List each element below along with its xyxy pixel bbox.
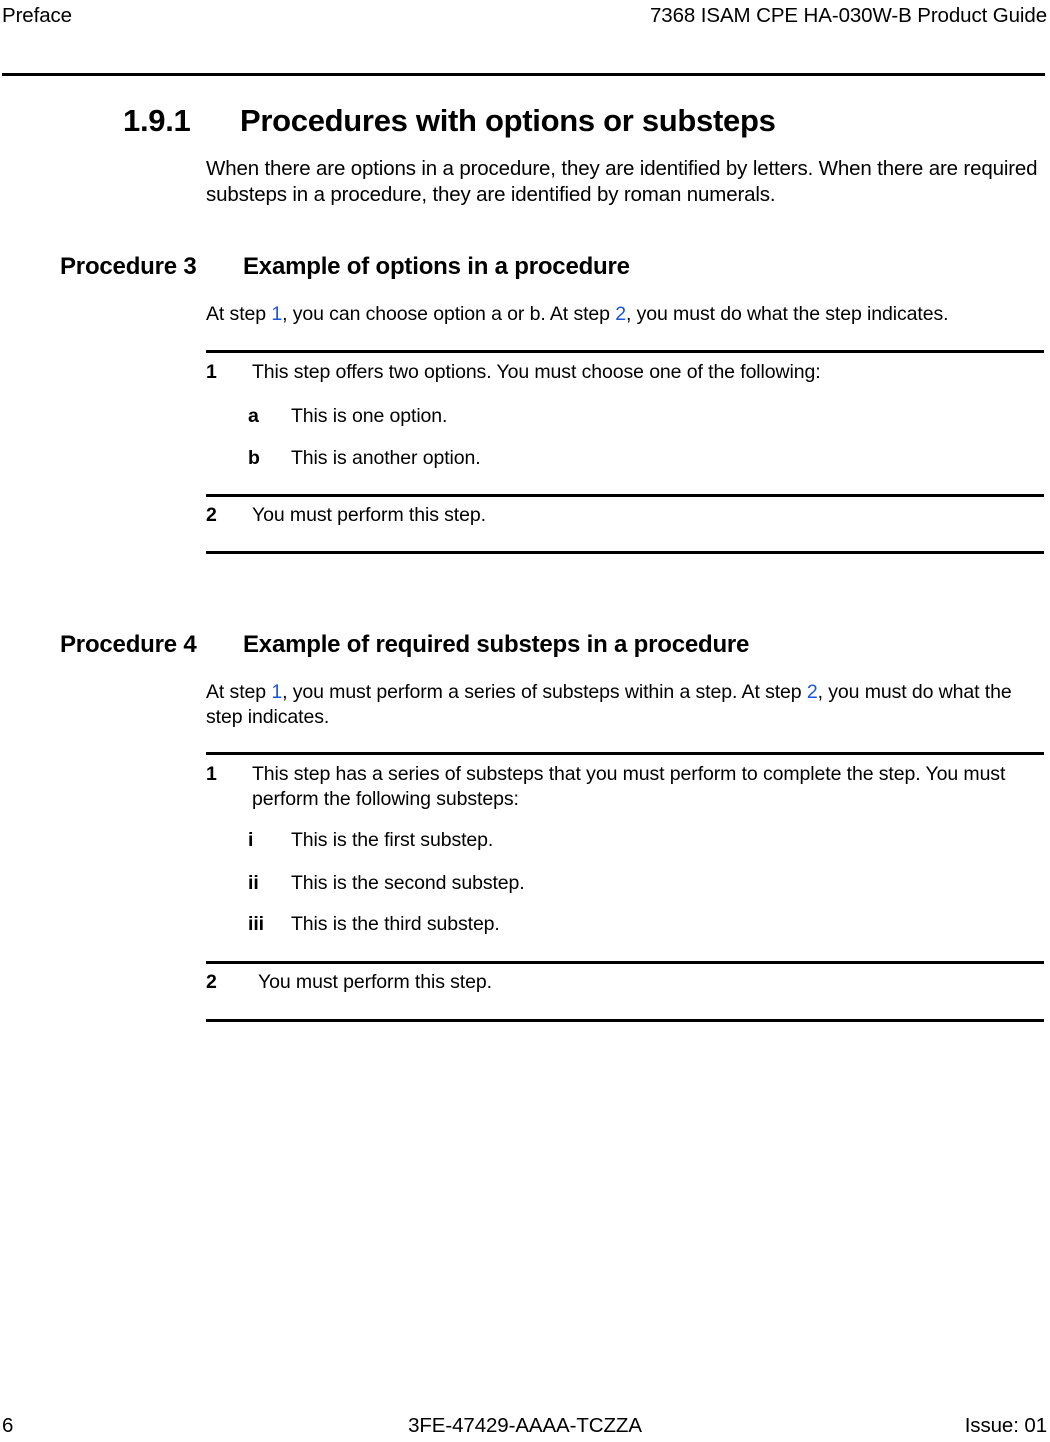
procedure-4-xref-step1[interactable]: 1 [271, 681, 282, 703]
procedure-4-intro: At step 1, you must perform a series of … [206, 680, 1046, 730]
procedure-4-title: Example of required substeps in a proced… [243, 631, 750, 658]
page-header: Preface 7368 ISAM CPE HA-030W-B Product … [0, 0, 1050, 76]
procedure-3-xref-step2[interactable]: 2 [615, 303, 626, 325]
procedure-4-step-1: 1 This step has a series of substeps tha… [206, 762, 1044, 812]
procedure-4-step-2-marker: 2 [206, 971, 217, 993]
procedure-4-bottom-rule [206, 1019, 1044, 1022]
procedure-3-substep-a-text: This is one option. [291, 405, 448, 427]
procedure-4-mid-rule [206, 961, 1044, 964]
section-title: Procedures with options or substeps [240, 103, 776, 138]
procedure-4-intro-text-2: , you must perform a series of substeps … [282, 681, 807, 703]
procedure-3-substep-b: b This is another option. [248, 446, 1038, 471]
procedure-3-step-1-marker: 1 [206, 361, 217, 383]
procedure-3-substep-a: a This is one option. [248, 404, 1038, 429]
procedure-4-heading: Procedure 4 Example of required substeps … [60, 631, 749, 659]
section-intro-paragraph: When there are options in a procedure, t… [206, 157, 1038, 206]
procedure-4-substep-iii-marker: iii [248, 913, 264, 935]
procedure-4-substep-i: i This is the first substep. [248, 828, 1038, 853]
procedure-3-top-rule [206, 350, 1044, 353]
header-document-title: 7368 ISAM CPE HA-030W-B Product Guide [650, 4, 1047, 27]
procedure-4-substep-ii-text: This is the second substep. [291, 872, 525, 894]
header-divider-rule [2, 73, 1045, 76]
procedure-3-bottom-rule [206, 551, 1044, 554]
procedure-4-substep-iii: iii This is the third substep. [248, 912, 1038, 937]
header-chapter-label: Preface [2, 4, 72, 27]
procedure-4-xref-step2[interactable]: 2 [807, 681, 818, 703]
procedure-3-title: Example of options in a procedure [243, 253, 630, 280]
footer-issue: Issue: 01 [964, 1414, 1047, 1437]
procedure-4-substep-ii-marker: ii [248, 872, 259, 894]
procedure-3-step-2-marker: 2 [206, 504, 217, 526]
procedure-4-step-1-text: This step has a series of substeps that … [252, 763, 1006, 810]
procedure-3-mid-rule [206, 494, 1044, 497]
procedure-3-heading: Procedure 3 Example of options in a proce… [60, 253, 630, 281]
procedure-3-intro-text-2: , you can choose option a or b. At step [282, 303, 616, 325]
procedure-3-step-2: 2 You must perform this step. [206, 503, 1044, 528]
procedure-3-substep-a-marker: a [248, 405, 259, 427]
procedure-4-substep-ii: ii This is the second substep. [248, 871, 1038, 896]
section-heading: 1.9.1 Procedures with options or substeps [123, 103, 776, 139]
procedure-3-label: Procedure 3 [60, 253, 197, 280]
footer-document-code: 3FE-47429-AAAA-TCZZA [408, 1414, 642, 1437]
procedure-3-intro-text-3: , you must do what the step indicates. [625, 303, 949, 325]
page-footer: 6 3FE-47429-AAAA-TCZZA Issue: 01 [0, 1402, 1050, 1442]
procedure-3-step-1: 1 This step offers two options. You must… [206, 360, 1044, 385]
procedure-4-intro-text-1: At step [206, 681, 272, 703]
procedure-4-step-2-text: You must perform this step. [258, 971, 492, 993]
procedure-4-substep-i-marker: i [248, 829, 254, 851]
procedure-4-step-2: 2 You must perform this step. [206, 970, 1044, 995]
procedure-4-label: Procedure 4 [60, 631, 197, 658]
section-number: 1.9.1 [123, 103, 191, 138]
document-page: Preface 7368 ISAM CPE HA-030W-B Product … [0, 0, 1050, 1442]
procedure-4-substep-i-text: This is the first substep. [291, 829, 494, 851]
procedure-4-top-rule [206, 752, 1044, 755]
procedure-3-intro-text-1: At step [206, 303, 272, 325]
procedure-4-step-1-marker: 1 [206, 763, 217, 785]
procedure-3-intro: At step 1, you can choose option a or b.… [206, 302, 1046, 327]
procedure-4-substep-iii-text: This is the third substep. [291, 913, 500, 935]
procedure-3-step-2-text: You must perform this step. [252, 504, 486, 526]
procedure-3-xref-step1[interactable]: 1 [271, 303, 282, 325]
procedure-3-substep-b-marker: b [248, 447, 260, 469]
procedure-3-substep-b-text: This is another option. [291, 447, 481, 469]
procedure-3-step-1-text: This step offers two options. You must c… [252, 361, 821, 383]
